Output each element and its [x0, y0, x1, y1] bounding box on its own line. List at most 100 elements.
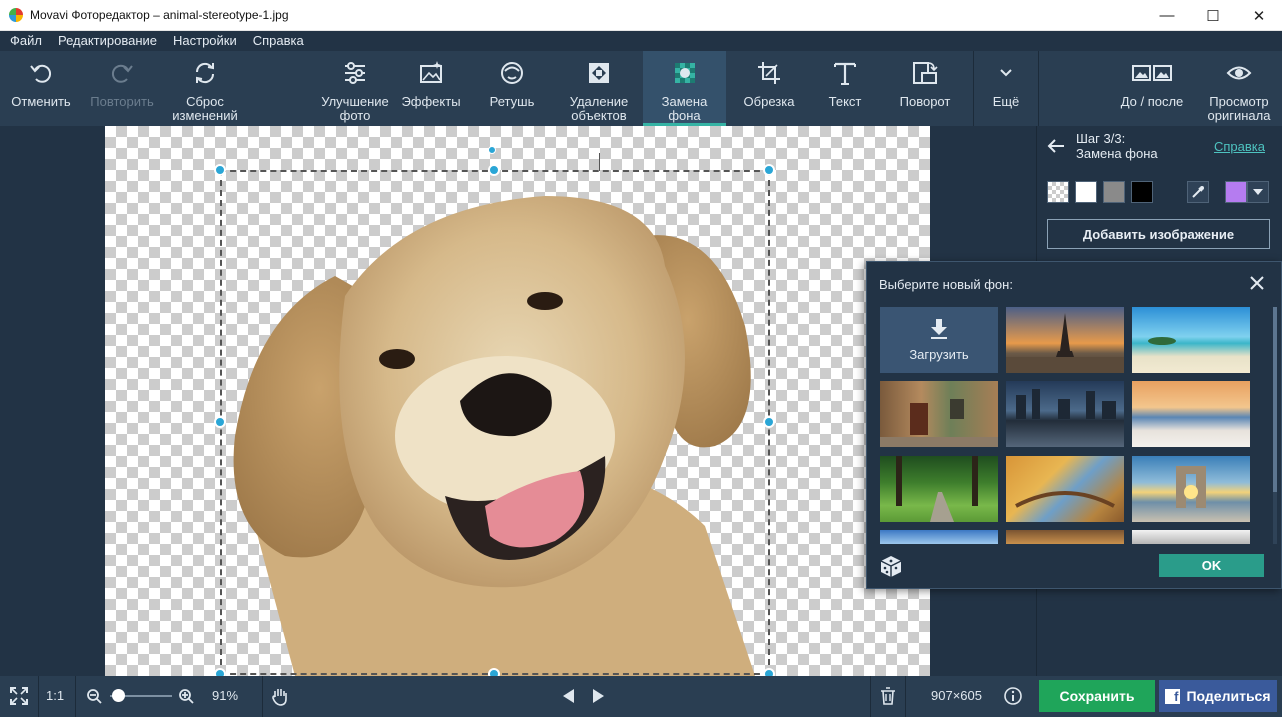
redo-button[interactable]: Повторить [84, 51, 160, 126]
rotate-button[interactable]: Поворот [888, 51, 962, 126]
before-after-button[interactable]: До / после [1112, 51, 1192, 126]
black-swatch[interactable] [1131, 181, 1153, 203]
menu-settings[interactable]: Настройки [165, 31, 245, 51]
more-button[interactable]: Ещё [976, 51, 1036, 126]
replace-background-button[interactable]: Замена фона [643, 51, 726, 126]
help-link[interactable]: Справка [1214, 139, 1265, 154]
image-canvas[interactable] [105, 126, 930, 676]
save-button[interactable]: Сохранить [1039, 680, 1155, 712]
remove-objects-icon [586, 51, 612, 95]
resize-handle-top-left[interactable] [214, 164, 226, 176]
trash-icon[interactable] [880, 687, 896, 705]
replace-background-label: Замена фона [661, 94, 708, 123]
redo-icon [109, 51, 135, 95]
maximize-button[interactable]: ☐ [1190, 0, 1236, 31]
selection-frame[interactable] [220, 170, 770, 675]
resize-handle-bottom-left[interactable] [214, 668, 226, 676]
text-button[interactable]: Текст [812, 51, 878, 126]
retouch-button[interactable]: Ретушь [476, 51, 548, 126]
toolbar: Отменить Повторить Сброс изменений Улучш… [0, 51, 1282, 126]
resize-handle-top-right[interactable] [763, 164, 775, 176]
window-controls: — ☐ ✕ [1144, 0, 1282, 31]
resize-handle-left[interactable] [214, 416, 226, 428]
gray-swatch[interactable] [1103, 181, 1125, 203]
undo-button[interactable]: Отменить [4, 51, 78, 126]
rotation-handle[interactable] [488, 146, 496, 154]
step-number: Шаг 3/3: [1076, 131, 1126, 146]
random-dice-icon[interactable] [879, 554, 903, 578]
redo-label: Повторить [90, 94, 154, 109]
background-thumb-sunset-shore[interactable] [1132, 381, 1250, 447]
ok-button[interactable]: OK [1159, 554, 1264, 577]
custom-color-swatch[interactable] [1225, 181, 1247, 203]
eyedropper-icon [1192, 186, 1204, 198]
info-icon[interactable] [1004, 687, 1022, 705]
zoom-out-icon[interactable] [86, 688, 102, 704]
resize-handle-bottom-right[interactable] [763, 668, 775, 676]
rotate-icon [912, 51, 938, 95]
rotation-line [599, 153, 600, 171]
next-image-icon[interactable] [592, 688, 606, 704]
minimize-button[interactable]: — [1144, 0, 1190, 31]
replace-background-icon [672, 51, 698, 95]
sliders-icon [342, 51, 368, 95]
background-picker-popup: Выберите новый фон: Загрузить OK [866, 261, 1282, 589]
menu-help[interactable]: Справка [245, 31, 312, 51]
resize-handle-right[interactable] [763, 416, 775, 428]
menu-file[interactable]: Файл [2, 31, 50, 51]
background-thumb-old-street[interactable] [880, 381, 998, 447]
menu-edit[interactable]: Редактирование [50, 31, 165, 51]
view-original-button[interactable]: Просмотр оригинала [1198, 51, 1280, 126]
seaside-lighthouse-image [1176, 466, 1206, 508]
zoom-in-icon[interactable] [178, 688, 194, 704]
eyedropper-button[interactable] [1187, 181, 1209, 203]
background-thumb-misc[interactable] [1132, 530, 1250, 544]
background-thumb-autumn-hills[interactable] [1006, 530, 1124, 544]
enhance-button[interactable]: Улучшение фото [314, 51, 396, 126]
resize-handle-bottom[interactable] [488, 668, 500, 676]
text-icon [832, 51, 858, 95]
more-label: Ещё [992, 94, 1020, 109]
app-logo-icon [9, 8, 23, 22]
retouch-label: Ретушь [489, 94, 535, 109]
crop-button[interactable]: Обрезка [734, 51, 804, 126]
upload-label: Загрузить [909, 346, 969, 362]
share-label: Поделиться [1186, 688, 1271, 704]
status-bar: 1:1 91% 907×605 Сохранить f Поделиться [0, 676, 1282, 717]
toolbar-separator [973, 51, 974, 126]
crop-icon [756, 51, 782, 95]
share-button[interactable]: f Поделиться [1159, 680, 1277, 712]
upload-tile[interactable]: Загрузить [880, 307, 998, 373]
fit-screen-icon[interactable] [9, 686, 29, 706]
background-thumb-autumn-bridge[interactable] [1006, 456, 1124, 522]
resize-handle-top[interactable] [488, 164, 500, 176]
background-thumb-beach[interactable] [1132, 307, 1250, 373]
reset-button[interactable]: Сброс изменений [164, 51, 246, 126]
close-window-button[interactable]: ✕ [1236, 0, 1282, 31]
background-thumb-city[interactable] [1006, 381, 1124, 447]
actual-size-button[interactable]: 1:1 [46, 688, 64, 703]
effects-button[interactable]: Эффекты [396, 51, 466, 126]
remove-objects-button[interactable]: Удаление объектов [556, 51, 642, 126]
status-separator [870, 676, 871, 717]
transparent-swatch[interactable] [1047, 181, 1069, 203]
background-thumb-paris[interactable] [1006, 307, 1124, 373]
view-original-label: Просмотр оригинала [1207, 94, 1271, 123]
zoom-slider-thumb[interactable] [112, 689, 125, 702]
white-swatch[interactable] [1075, 181, 1097, 203]
eye-icon [1226, 51, 1252, 95]
back-arrow-icon[interactable] [1047, 139, 1065, 153]
before-after-label: До / после [1120, 94, 1184, 109]
close-icon[interactable] [1249, 275, 1265, 291]
popup-scrollbar-thumb[interactable] [1273, 307, 1277, 492]
background-thumb-sky[interactable] [880, 530, 998, 544]
download-arrow-icon [931, 318, 947, 339]
step-header: Шаг 3/3: Замена фона Справка [1037, 126, 1282, 166]
background-thumb-lighthouse[interactable] [1132, 456, 1250, 522]
undo-label: Отменить [11, 94, 71, 109]
previous-image-icon[interactable] [561, 688, 575, 704]
background-thumb-forest[interactable] [880, 456, 998, 522]
color-dropdown-button[interactable] [1247, 181, 1269, 203]
add-image-button[interactable]: Добавить изображение [1047, 219, 1270, 249]
hand-tool-icon[interactable] [271, 686, 289, 706]
